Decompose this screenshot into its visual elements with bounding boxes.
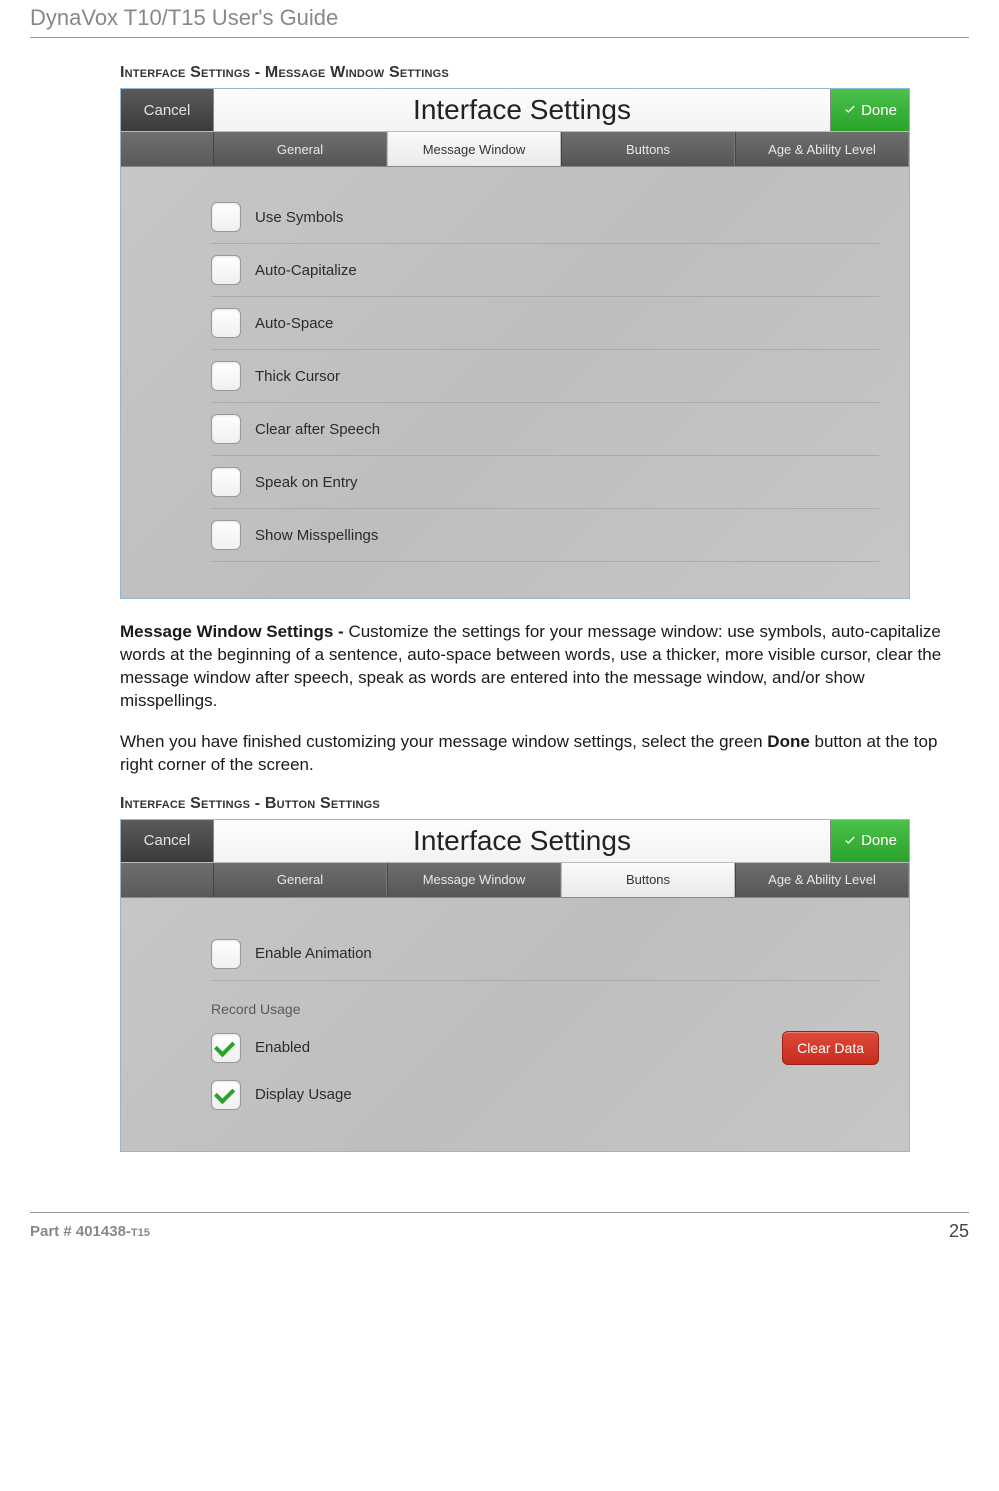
label-auto-space: Auto-Space	[255, 315, 333, 332]
label-auto-capitalize: Auto-Capitalize	[255, 262, 357, 279]
done-button[interactable]: Done	[830, 89, 909, 131]
tab-message-window[interactable]: Message Window	[387, 132, 561, 166]
screenshot-message-window-settings: Cancel Interface Settings Done General M…	[120, 88, 910, 599]
checkbox-show-misspellings[interactable]	[211, 520, 241, 550]
section-heading-button-settings: Interface Settings - Button Settings	[120, 795, 949, 813]
label-speak-on-entry: Speak on Entry	[255, 474, 358, 491]
tab-general-2[interactable]: General	[213, 863, 387, 897]
label-display-usage: Display Usage	[255, 1086, 352, 1103]
setting-row-enable-animation[interactable]: Enable Animation	[211, 928, 879, 981]
setting-row-auto-space[interactable]: Auto-Space	[211, 297, 879, 350]
header-divider	[30, 37, 969, 38]
done-label: Done	[861, 102, 897, 119]
tab-buttons-2[interactable]: Buttons	[561, 863, 735, 897]
tab-general[interactable]: General	[213, 132, 387, 166]
checkbox-auto-capitalize[interactable]	[211, 255, 241, 285]
paragraph-done-instruction: When you have finished customizing your …	[120, 731, 949, 777]
checkmark-icon-2	[843, 834, 857, 848]
setting-row-speak-on-entry[interactable]: Speak on Entry	[211, 456, 879, 509]
label-record-enabled: Enabled	[255, 1039, 310, 1056]
label-enable-animation: Enable Animation	[255, 945, 372, 962]
setting-row-display-usage[interactable]: Display Usage	[211, 1073, 879, 1117]
label-show-misspellings: Show Misspellings	[255, 527, 378, 544]
subheading-record-usage: Record Usage	[211, 1001, 879, 1017]
setting-row-auto-capitalize[interactable]: Auto-Capitalize	[211, 244, 879, 297]
dialog-title-2: Interface Settings	[214, 820, 830, 862]
checkbox-thick-cursor[interactable]	[211, 361, 241, 391]
part-number: Part # 401438-T15	[30, 1223, 150, 1240]
tab-age-ability[interactable]: Age & Ability Level	[735, 132, 909, 166]
setting-row-show-misspellings[interactable]: Show Misspellings	[211, 509, 879, 562]
paragraph-message-window-description: Message Window Settings - Customize the …	[120, 621, 949, 713]
checkbox-use-symbols[interactable]	[211, 202, 241, 232]
checkbox-display-usage[interactable]	[211, 1080, 241, 1110]
setting-row-clear-after-speech[interactable]: Clear after Speech	[211, 403, 879, 456]
para2-bold: Done	[767, 732, 810, 751]
checkbox-auto-space[interactable]	[211, 308, 241, 338]
para1-bold: Message Window Settings -	[120, 622, 348, 641]
page-number: 25	[949, 1221, 969, 1242]
tab-message-window-2[interactable]: Message Window	[387, 863, 561, 897]
setting-row-use-symbols[interactable]: Use Symbols	[211, 191, 879, 244]
cancel-button-2[interactable]: Cancel	[121, 820, 214, 862]
checkbox-speak-on-entry[interactable]	[211, 467, 241, 497]
setting-row-thick-cursor[interactable]: Thick Cursor	[211, 350, 879, 403]
checkbox-record-enabled[interactable]	[211, 1033, 241, 1063]
done-button-2[interactable]: Done	[830, 820, 909, 862]
label-use-symbols: Use Symbols	[255, 209, 343, 226]
checkbox-enable-animation[interactable]	[211, 939, 241, 969]
done-label-2: Done	[861, 832, 897, 849]
setting-row-enabled: Enabled Clear Data	[211, 1023, 879, 1073]
screenshot-button-settings: Cancel Interface Settings Done General M…	[120, 819, 910, 1152]
cancel-button[interactable]: Cancel	[121, 89, 214, 131]
checkbox-clear-after-speech[interactable]	[211, 414, 241, 444]
document-title: DynaVox T10/T15 User's Guide	[30, 5, 969, 31]
tab-buttons[interactable]: Buttons	[561, 132, 735, 166]
clear-data-button[interactable]: Clear Data	[782, 1031, 879, 1065]
tab-strip: General Message Window Buttons Age & Abi…	[121, 132, 909, 167]
label-clear-after-speech: Clear after Speech	[255, 421, 380, 438]
page-footer: Part # 401438-T15 25	[30, 1212, 969, 1242]
section-heading-message-window: Interface Settings - Message Window Sett…	[120, 64, 949, 82]
label-thick-cursor: Thick Cursor	[255, 368, 340, 385]
para2-pre: When you have finished customizing your …	[120, 732, 767, 751]
tab-strip-2: General Message Window Buttons Age & Abi…	[121, 863, 909, 898]
tab-age-ability-2[interactable]: Age & Ability Level	[735, 863, 909, 897]
checkmark-icon	[843, 103, 857, 117]
dialog-title: Interface Settings	[214, 89, 830, 131]
